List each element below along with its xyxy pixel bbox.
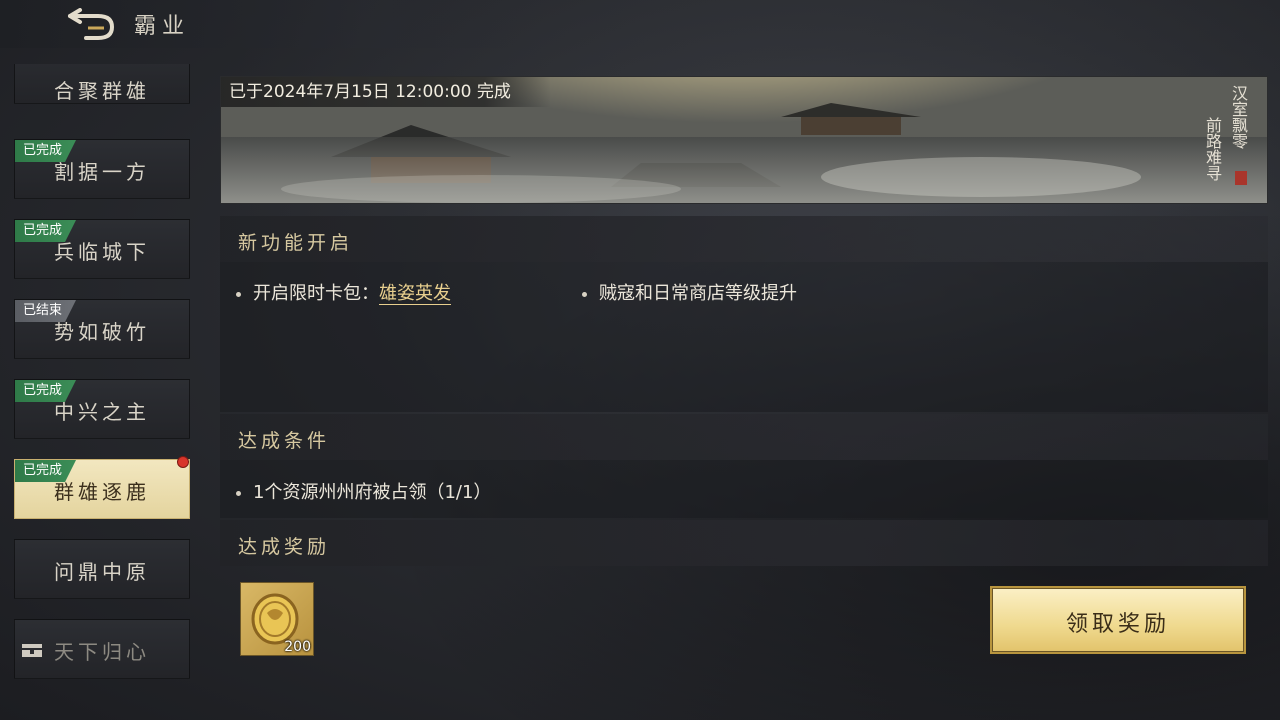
back-arrow-icon[interactable] bbox=[64, 8, 120, 42]
claim-reward-label: 领取奖励 bbox=[1065, 612, 1170, 637]
chapter-banner: 已于2024年7月15日 12:00:00 完成 汉室飘零 前路难寻 bbox=[220, 76, 1268, 204]
poem-line-1: 汉室飘零 bbox=[1229, 85, 1248, 149]
page-title: 霸业 bbox=[134, 14, 191, 39]
red-seal-icon bbox=[1235, 171, 1247, 185]
sidebar-item-7[interactable]: 问鼎中原 bbox=[14, 539, 190, 599]
reward-count: 200 bbox=[284, 639, 311, 655]
sidebar-item-1[interactable]: 合聚群雄 bbox=[14, 64, 190, 104]
notification-dot-icon bbox=[177, 456, 189, 468]
sidebar-item-8-locked[interactable]: 天下归心 bbox=[14, 619, 190, 679]
section-body-conditions: 1个资源州州府被占领（1/1） bbox=[220, 460, 1268, 518]
bullet-dot bbox=[236, 490, 241, 496]
top-header: 霸业 bbox=[0, 0, 520, 48]
feature-item-1-prefix: 开启限时卡包： bbox=[253, 283, 379, 304]
section-header-conditions: 达成条件 bbox=[220, 414, 1268, 460]
card-pack-link[interactable]: 雄姿英发 bbox=[379, 283, 451, 305]
feature-item-2: 贼寇和日常商店等级提升 bbox=[582, 279, 797, 305]
claim-reward-button[interactable]: 领取奖励 bbox=[990, 586, 1246, 654]
sidebar-item-3[interactable]: 兵临城下 已完成 bbox=[14, 219, 190, 279]
chapter-sidebar: 合聚群雄 割据一方 已完成 兵临城下 已完成 势如破竹 已结束 中兴之主 已完成… bbox=[14, 64, 190, 684]
sidebar-item-6-selected[interactable]: 群雄逐鹿 已完成 bbox=[14, 456, 190, 519]
condition-item-1: 1个资源州州府被占领（1/1） bbox=[236, 478, 491, 504]
completion-date-text: 已于2024年7月15日 12:00:00 完成 bbox=[221, 77, 551, 107]
section-header-rewards: 达成奖励 bbox=[220, 520, 1268, 566]
sidebar-item-5[interactable]: 中兴之主 已完成 bbox=[14, 379, 190, 439]
reward-item-gold[interactable]: 200 bbox=[240, 582, 314, 656]
sidebar-item-2[interactable]: 割据一方 已完成 bbox=[14, 139, 190, 199]
bullet-dot bbox=[236, 291, 241, 297]
poem-line-2: 前路难寻 bbox=[1203, 117, 1222, 181]
sidebar-item-4[interactable]: 势如破竹 已结束 bbox=[14, 299, 190, 359]
section-title: 达成条件 bbox=[238, 430, 331, 452]
section-title: 新功能开启 bbox=[238, 232, 354, 254]
bullet-dot bbox=[582, 291, 587, 297]
feature-item-1: 开启限时卡包：雄姿英发 bbox=[236, 279, 451, 305]
feature-item-2-text: 贼寇和日常商店等级提升 bbox=[599, 283, 797, 304]
sidebar-item-label: 天下归心 bbox=[54, 640, 150, 664]
sidebar-item-label: 问鼎中原 bbox=[54, 560, 150, 584]
condition-item-1-text: 1个资源州州府被占领（1/1） bbox=[253, 482, 492, 503]
section-header-features: 新功能开启 bbox=[220, 216, 1268, 262]
section-body-features: 开启限时卡包：雄姿英发 贼寇和日常商店等级提升 bbox=[220, 262, 1268, 412]
sidebar-item-label: 合聚群雄 bbox=[54, 79, 150, 103]
section-title: 达成奖励 bbox=[238, 536, 331, 558]
